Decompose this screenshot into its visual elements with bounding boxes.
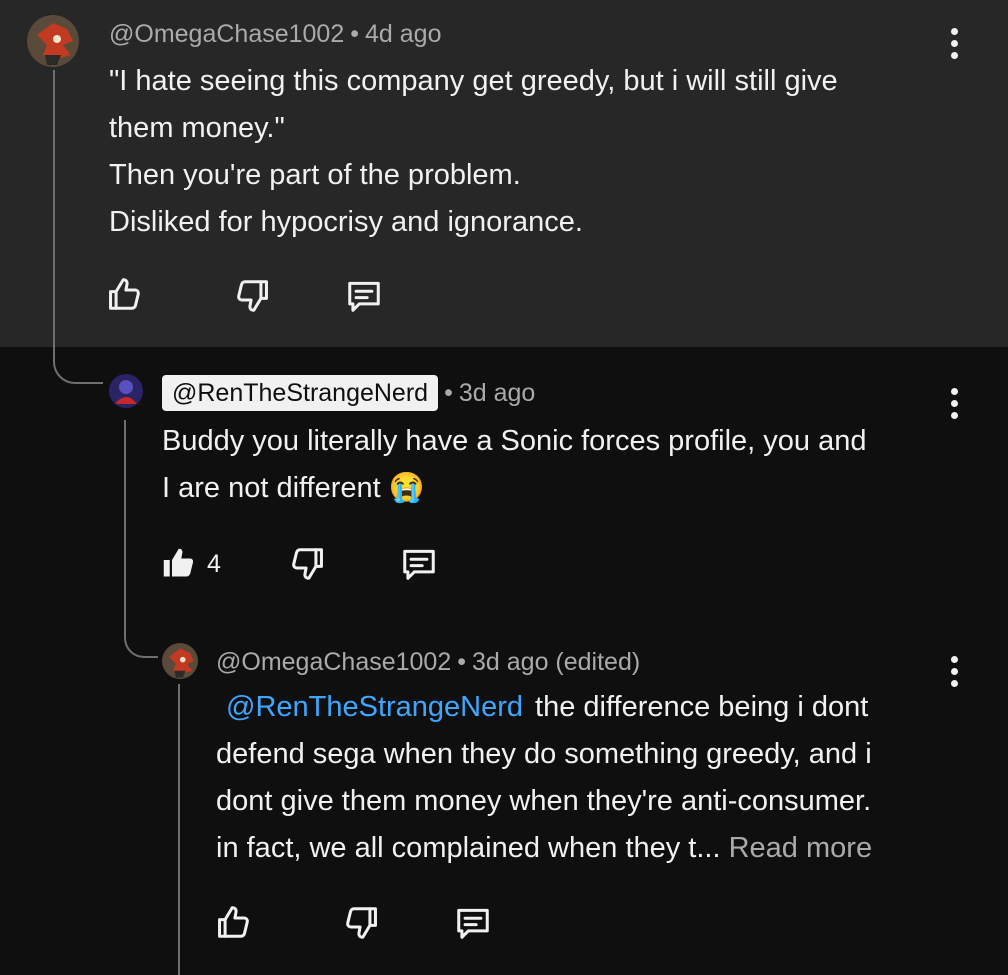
reply-button[interactable] bbox=[400, 545, 438, 583]
mention-link[interactable]: @RenTheStrangeNerd bbox=[226, 691, 523, 723]
dislike-icon bbox=[237, 280, 268, 312]
dislike-icon bbox=[346, 907, 377, 939]
timestamp[interactable]: 3d ago (edited) bbox=[472, 648, 640, 676]
dislike-button[interactable] bbox=[289, 545, 327, 583]
comment-meta: @RenTheStrangeNerd • 3d ago bbox=[162, 375, 535, 411]
dislike-button[interactable] bbox=[234, 277, 272, 315]
comment-line: dont give them money when they're anti-c… bbox=[216, 785, 872, 817]
reply-button[interactable] bbox=[454, 904, 492, 942]
comment-text: Buddy you literally have a Sonic forces … bbox=[162, 418, 866, 512]
comment-line: "I hate seeing this company get greedy, … bbox=[109, 65, 838, 97]
comment-line: in fact, we all complained when they t..… bbox=[216, 832, 873, 864]
comment-text: @RenTheStrangeNerd the difference being i… bbox=[216, 684, 872, 872]
comment-meta: @OmegaChase1002 • 4d ago bbox=[109, 20, 442, 48]
thread-line-1 bbox=[53, 70, 103, 384]
author-handle[interactable]: @OmegaChase1002 bbox=[109, 20, 344, 48]
like-button[interactable] bbox=[214, 903, 252, 941]
comment-meta: @OmegaChase1002 • 3d ago (edited) bbox=[216, 648, 641, 676]
thread-line-2 bbox=[124, 420, 158, 658]
avatar[interactable] bbox=[162, 643, 198, 679]
reply-icon bbox=[403, 549, 435, 580]
comment-text: "I hate seeing this company get greedy, … bbox=[109, 58, 838, 246]
reply-button[interactable] bbox=[345, 277, 383, 315]
timestamp[interactable]: 3d ago bbox=[459, 379, 535, 407]
author-handle-chip[interactable]: @RenTheStrangeNerd bbox=[162, 375, 439, 411]
more-vert-icon[interactable] bbox=[948, 656, 960, 690]
dislike-button[interactable] bbox=[343, 904, 381, 942]
more-vert-icon[interactable] bbox=[948, 388, 960, 422]
crying-emoji: 😭 bbox=[388, 472, 425, 504]
dislike-icon bbox=[292, 548, 323, 580]
comment-line: Buddy you literally have a Sonic forces … bbox=[162, 425, 867, 457]
comment-line: @RenTheStrangeNerd the difference being i… bbox=[226, 691, 869, 723]
timestamp[interactable]: 4d ago bbox=[365, 20, 441, 48]
like-icon bbox=[109, 278, 140, 310]
reply-icon bbox=[457, 908, 489, 939]
like-icon bbox=[218, 906, 249, 938]
comment-line: I are not different 😭 bbox=[162, 472, 425, 504]
comment-line: Disliked for hypocrisy and ignorance. bbox=[109, 206, 583, 238]
read-more-link[interactable]: Read more bbox=[729, 832, 872, 864]
comment-line: them money." bbox=[109, 112, 285, 144]
more-vert-icon[interactable] bbox=[948, 28, 960, 62]
like-count: 4 bbox=[207, 550, 221, 578]
reply-icon bbox=[348, 281, 380, 312]
author-handle[interactable]: @OmegaChase1002 bbox=[216, 648, 451, 676]
thread-line-3 bbox=[178, 684, 180, 975]
like-button[interactable] bbox=[160, 545, 196, 581]
comment-line: Then you're part of the problem. bbox=[109, 159, 521, 191]
comment-line: defend sega when they do something greed… bbox=[216, 738, 872, 770]
like-button[interactable] bbox=[105, 275, 143, 313]
avatar[interactable] bbox=[27, 15, 79, 67]
like-filled-icon bbox=[163, 548, 194, 577]
avatar[interactable] bbox=[109, 374, 143, 408]
